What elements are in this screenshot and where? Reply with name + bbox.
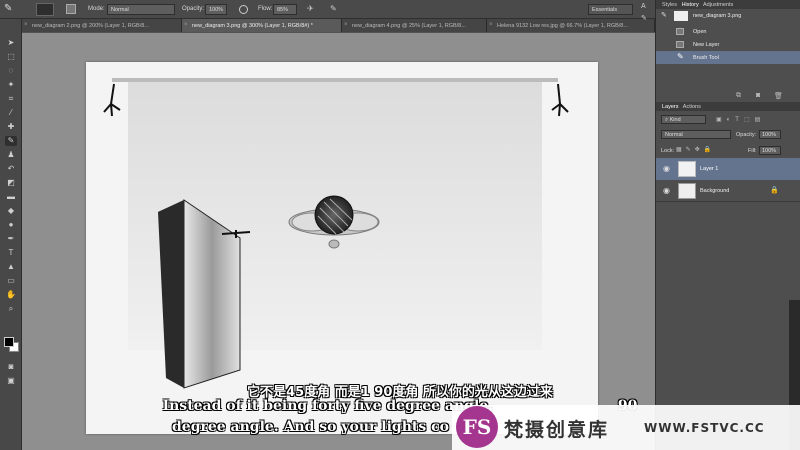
- history-brush-tool-icon[interactable]: ↶: [5, 164, 17, 174]
- shape-tool-icon[interactable]: ▭: [5, 276, 17, 286]
- pen-tool-icon[interactable]: ✒: [5, 234, 17, 244]
- layer-thumbnail: [678, 183, 696, 199]
- watermark-brand: 梵摄创意库: [504, 419, 610, 441]
- backdrop-crossbar: [112, 78, 558, 82]
- layer-thumbnail: [678, 161, 696, 177]
- snapshot-label: new_diagram 3.png: [693, 13, 742, 19]
- snapshot-brush-icon: ✎: [661, 12, 667, 19]
- pressure-opacity-icon[interactable]: [239, 5, 248, 14]
- opacity-input[interactable]: 100%: [205, 4, 227, 15]
- crop-tool-icon[interactable]: ⌗: [5, 94, 17, 104]
- history-item-open[interactable]: Open: [656, 25, 800, 38]
- opacity-label: Opacity:: [182, 6, 205, 12]
- left-stand-icon: [103, 83, 121, 117]
- trash-icon[interactable]: 🗑: [774, 92, 783, 100]
- blend-mode-select[interactable]: Normal: [661, 130, 731, 139]
- brush-size-picker[interactable]: [36, 3, 54, 16]
- history-item-new-layer[interactable]: New Layer: [656, 38, 800, 51]
- eye-icon[interactable]: ◉: [663, 186, 670, 195]
- layer-row-background[interactable]: ◉ Background 🔒: [656, 180, 800, 202]
- history-item-icon: [676, 28, 684, 35]
- pressure-size-icon[interactable]: ✎: [330, 4, 337, 13]
- type-tool-icon[interactable]: T: [5, 248, 17, 258]
- search-icon: ⌕: [665, 117, 669, 123]
- close-icon[interactable]: ×: [24, 22, 28, 28]
- hand-tool-icon[interactable]: ✋: [5, 290, 17, 300]
- watermark-logo: FS: [456, 406, 498, 448]
- airbrush-icon[interactable]: ✈: [307, 4, 314, 13]
- fill-input[interactable]: 100%: [759, 146, 781, 155]
- workspace-switcher[interactable]: Essentials: [588, 4, 633, 15]
- tab-layers[interactable]: Layers: [662, 104, 679, 110]
- quick-mask-icon[interactable]: ◙: [5, 362, 17, 372]
- lock-icons[interactable]: ▦✎✥🔒: [676, 146, 715, 153]
- document-tabs: × new_diagram 2.png @ 200% (Layer 1, RGB/…: [22, 19, 655, 32]
- tab-new-diagram-4[interactable]: × new_diagram 4.png @ 25% (Layer 1, RGB/8…: [342, 19, 487, 32]
- history-footer: ⧉ ◙ 🗑: [656, 90, 800, 102]
- gradient-tool-icon[interactable]: ▬: [5, 192, 17, 202]
- layer-row-layer-1[interactable]: ◉ Layer 1: [656, 158, 800, 180]
- layer-filter-icons[interactable]: ▣◐T⬚▤: [716, 116, 796, 124]
- tab-adjustments[interactable]: Adjustments: [703, 2, 733, 8]
- close-icon[interactable]: ×: [184, 22, 188, 28]
- eye-icon[interactable]: ◉: [663, 164, 670, 173]
- lasso-tool-icon[interactable]: ◌: [5, 66, 17, 76]
- move-tool-icon[interactable]: ➤: [5, 38, 17, 48]
- healing-brush-tool-icon[interactable]: ✚: [5, 122, 17, 132]
- new-document-icon[interactable]: ⧉: [736, 92, 741, 100]
- brush-icon: ✎: [677, 52, 684, 61]
- panel-collapse-icon[interactable]: A: [641, 3, 646, 10]
- lock-label: Lock:: [661, 148, 675, 154]
- clone-stamp-tool-icon[interactable]: ♟: [5, 150, 17, 160]
- tab-new-diagram-2[interactable]: × new_diagram 2.png @ 200% (Layer 1, RGB/…: [22, 19, 182, 32]
- path-select-tool-icon[interactable]: ▲: [5, 262, 17, 272]
- document-canvas[interactable]: [86, 62, 598, 434]
- brush-tool-icon[interactable]: ✎: [5, 136, 17, 146]
- history-snapshot[interactable]: ✎ new_diagram 3.png: [656, 9, 800, 23]
- adjust-brush-icon[interactable]: ✎: [641, 14, 647, 22]
- watermark-banner: FS 梵摄创意库 WWW.FSTVC.CC: [452, 405, 800, 450]
- layer-filter-select[interactable]: ⌕ Kind: [661, 115, 706, 124]
- mode-label: Mode:: [88, 6, 105, 12]
- marquee-tool-icon[interactable]: ⬚: [5, 52, 17, 62]
- history-panel-header: Styles History Adjustments: [656, 0, 800, 9]
- close-icon[interactable]: ×: [344, 22, 348, 28]
- quick-select-tool-icon[interactable]: ✦: [5, 80, 17, 90]
- lock-icon: 🔒: [770, 187, 779, 194]
- layer-opacity-input[interactable]: 100%: [759, 130, 781, 139]
- flow-input[interactable]: 85%: [273, 4, 297, 15]
- layer-name: Layer 1: [700, 166, 719, 172]
- brush-panel-icon[interactable]: [66, 4, 76, 14]
- layer-opacity-label: Opacity:: [736, 132, 757, 138]
- eyedropper-tool-icon[interactable]: ⁄: [5, 108, 17, 118]
- fill-label: Fill:: [748, 148, 757, 154]
- tab-actions[interactable]: Actions: [683, 104, 701, 110]
- snapshot-thumbnail: [674, 11, 688, 21]
- mode-select[interactable]: Normal: [107, 4, 175, 15]
- dodge-tool-icon[interactable]: ●: [5, 220, 17, 230]
- lighting-diagram: [103, 78, 569, 389]
- watermark-url: WWW.FSTVC.CC: [644, 421, 765, 435]
- layer-name: Background: [700, 188, 730, 194]
- camera-icon[interactable]: ◙: [756, 92, 760, 99]
- foreground-color-swatch[interactable]: [4, 337, 14, 347]
- options-bar: ✎ Mode: Normal Opacity: 100% Flow: 85% ✈…: [0, 0, 655, 19]
- right-stand-icon: [551, 83, 569, 117]
- tab-history[interactable]: History: [682, 2, 699, 8]
- history-item-brush-tool[interactable]: ✎ Brush Tool: [656, 51, 800, 64]
- history-item-icon: [676, 41, 684, 48]
- eraser-tool-icon[interactable]: ◩: [5, 178, 17, 188]
- tab-helena[interactable]: × Helena 9132 Low res.jpg @ 66.7% (Layer …: [487, 19, 655, 32]
- blur-tool-icon[interactable]: ◆: [5, 206, 17, 216]
- close-icon[interactable]: ×: [489, 22, 493, 28]
- brush-tool-preset-icon[interactable]: ✎: [4, 3, 17, 16]
- flow-label: Flow:: [258, 6, 273, 12]
- layers-panel-header: Layers Actions: [656, 102, 800, 111]
- tab-styles[interactable]: Styles: [662, 2, 677, 8]
- tab-new-diagram-3[interactable]: × new_diagram 3.png @ 300% (Layer 1, RGB/…: [182, 19, 342, 32]
- zoom-tool-icon[interactable]: ⌕: [5, 304, 17, 314]
